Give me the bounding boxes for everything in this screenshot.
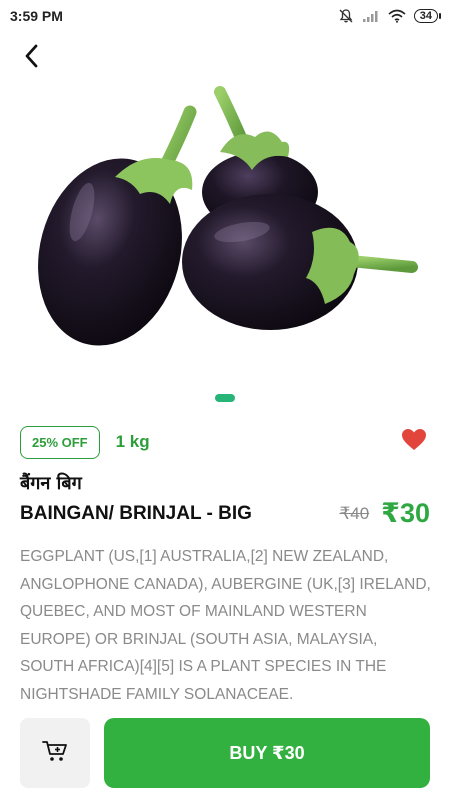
favorite-button[interactable] [400,428,428,456]
original-price: ₹40 [339,503,370,523]
product-name-hindi: बैंगन बिग [20,473,82,494]
status-icons: 34 [338,8,442,24]
cart-icon [42,739,68,768]
product-title-row: BAINGAN/ BRINJAL - BIG ₹40 ₹30 [20,498,430,529]
signal-icon [362,9,380,23]
sale-price: ₹30 [381,498,430,528]
status-bar: 3:59 PM 34 [0,0,450,32]
add-to-cart-button[interactable] [20,718,90,788]
product-name: BAINGAN/ BRINJAL - BIG [20,502,252,524]
status-time: 3:59 PM [10,8,63,24]
image-pager-indicator [215,394,235,402]
wifi-icon [388,9,406,23]
product-image [20,82,430,362]
product-description: Eggplant (US,[1] Australia,[2] New Zeala… [20,548,431,703]
battery-icon: 34 [413,9,442,23]
heart-icon [401,428,427,457]
product-meta-row: 25% OFF 1 kg [20,425,430,459]
weight-label: 1 kg [115,432,150,451]
back-button[interactable] [14,40,50,76]
mute-bell-icon [338,8,354,24]
buy-button[interactable]: BUY ₹30 [104,718,430,788]
discount-badge: 25% OFF [20,425,100,459]
chevron-left-icon [22,43,42,74]
